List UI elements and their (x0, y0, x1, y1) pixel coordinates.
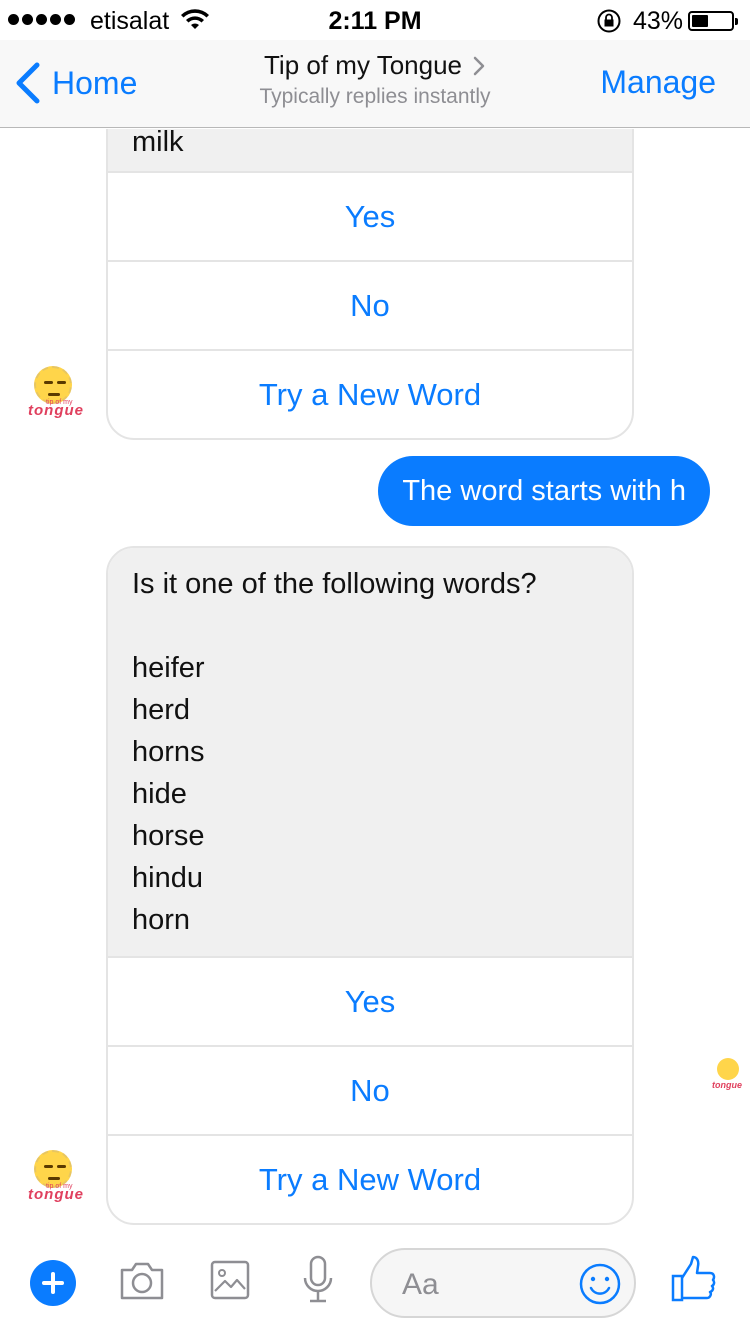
word-option: hide (132, 778, 187, 810)
face-icon (717, 1058, 739, 1080)
word-option: horse (132, 820, 205, 852)
quick-reply-new-word-button[interactable]: Try a New Word (108, 1134, 632, 1223)
word-option: horns (132, 736, 205, 768)
thumbs-up-icon[interactable] (670, 1254, 718, 1304)
quick-reply-no-button[interactable]: No (108, 260, 632, 349)
message-composer: Aa (0, 1234, 750, 1334)
bot-message-card: Is it one of the following words? heifer… (106, 546, 634, 1225)
avatar-brand-text: tongue (28, 1186, 84, 1203)
word-option: horn (132, 904, 191, 936)
message-list[interactable]: milk Yes No Try a New Word tip of my ton… (0, 129, 750, 1234)
word-option: hindu (132, 862, 203, 894)
quick-reply-new-word-button[interactable]: Try a New Word (108, 349, 632, 438)
card-question: Is it one of the following words? (132, 568, 537, 600)
avatar-brand-text: tongue (28, 402, 84, 419)
chevron-right-icon (473, 56, 485, 75)
image-icon[interactable] (210, 1258, 250, 1302)
bot-message-card: milk Yes No Try a New Word (106, 129, 634, 440)
read-receipt-avatar: tongue (712, 1058, 746, 1098)
bot-avatar[interactable]: tip of my tongue (28, 366, 84, 426)
manage-button[interactable]: Manage (600, 64, 716, 101)
card-text: milk (108, 129, 632, 171)
quick-reply-no-button[interactable]: No (108, 1045, 632, 1134)
battery-icon (688, 11, 738, 31)
status-bar: etisalat 2:11 PM 43% (0, 0, 750, 40)
emoji-icon[interactable] (578, 1262, 622, 1306)
card-text-block: Is it one of the following words? heifer… (108, 548, 632, 956)
message-input-placeholder: Aa (402, 1268, 439, 1301)
word-option: herd (132, 694, 191, 726)
conversation-title: Tip of my Tongue (264, 50, 462, 80)
conversation-header: Home Tip of my Tongue Typically replies … (0, 40, 750, 128)
quick-reply-yes-button[interactable]: Yes (108, 171, 632, 260)
plus-icon[interactable] (30, 1260, 76, 1306)
microphone-icon[interactable] (302, 1254, 334, 1306)
user-message-bubble[interactable]: The word starts with h (378, 456, 710, 526)
quick-reply-yes-button[interactable]: Yes (108, 956, 632, 1045)
rotation-lock-icon (597, 9, 621, 33)
word-option: heifer (132, 652, 205, 684)
camera-icon[interactable] (118, 1258, 166, 1302)
message-input[interactable]: Aa (370, 1248, 636, 1318)
bot-avatar[interactable]: tip of my tongue (28, 1150, 84, 1210)
battery-percent: 43% (633, 7, 684, 35)
